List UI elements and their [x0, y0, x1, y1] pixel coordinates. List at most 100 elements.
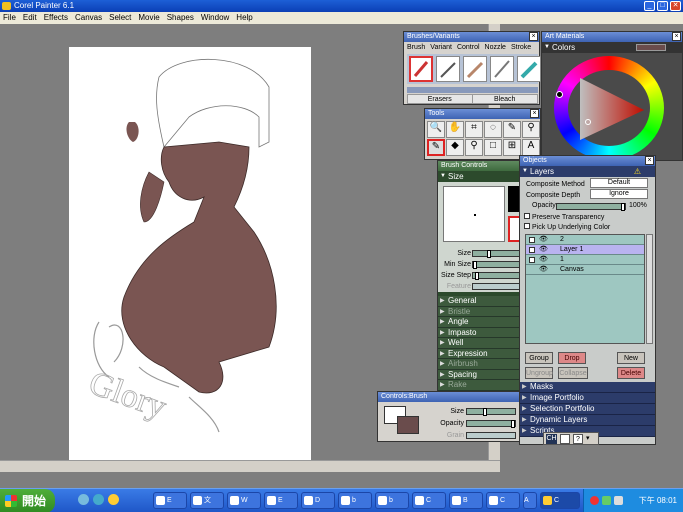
- pick-up-color-option[interactable]: Pick Up Underlying Color: [524, 223, 610, 233]
- tab-stroke[interactable]: Stroke: [511, 43, 531, 51]
- close-icon[interactable]: ×: [645, 156, 654, 165]
- eraser-brush-icon[interactable]: [409, 56, 433, 82]
- taskbar-item-active[interactable]: C: [540, 492, 580, 509]
- close-button[interactable]: ✕: [670, 1, 681, 11]
- menu-edit[interactable]: Edit: [23, 12, 37, 24]
- menu-file[interactable]: File: [3, 12, 16, 24]
- media-icon[interactable]: [108, 494, 119, 505]
- layer-adjuster-icon[interactable]: ⊞: [503, 139, 521, 156]
- delete-button[interactable]: Delete: [617, 367, 645, 379]
- start-button[interactable]: 開始: [0, 489, 55, 512]
- min-size-slider[interactable]: [472, 261, 524, 269]
- size-step-slider[interactable]: [472, 272, 524, 280]
- menu-effects[interactable]: Effects: [44, 12, 68, 24]
- eyedropper-icon[interactable]: ⚲: [465, 139, 483, 156]
- controls-grain-slider[interactable]: [466, 432, 516, 439]
- brush-active-icon[interactable]: ✎: [427, 139, 445, 156]
- section-image-portfolio[interactable]: Image Portfolio: [520, 393, 655, 404]
- marker-brush-icon[interactable]: [517, 56, 541, 82]
- menu-help[interactable]: Help: [236, 12, 252, 24]
- taskbar-item[interactable]: W: [227, 492, 261, 509]
- layer-lock-checkbox[interactable]: [529, 237, 535, 243]
- category-well[interactable]: Well: [438, 338, 526, 349]
- lasso-icon[interactable]: ◌: [484, 121, 502, 138]
- menu-window[interactable]: Window: [201, 12, 229, 24]
- help-icon[interactable]: ?: [573, 434, 583, 444]
- category-general[interactable]: General: [438, 296, 526, 307]
- pick-up-color-checkbox[interactable]: [524, 223, 530, 229]
- tab-control[interactable]: Control: [457, 43, 480, 51]
- taskbar-item[interactable]: A: [523, 492, 537, 509]
- size-section-header[interactable]: Size: [438, 171, 526, 182]
- collapse-button[interactable]: Collapse: [558, 367, 588, 379]
- taskbar-item[interactable]: 文: [190, 492, 224, 509]
- pencil-brush-icon[interactable]: [436, 56, 460, 82]
- dropper-tool-icon[interactable]: ⚲: [522, 121, 540, 138]
- options-arrow-icon[interactable]: ▾: [586, 434, 590, 443]
- paint-bucket-icon[interactable]: ◆: [446, 139, 464, 156]
- clock[interactable]: 下午 08:01: [639, 496, 677, 505]
- hue-indicator[interactable]: [556, 91, 563, 98]
- layers-section-header[interactable]: Layers ⚠: [520, 166, 655, 177]
- category-expression[interactable]: Expression: [438, 348, 526, 359]
- hue-ring[interactable]: [554, 56, 664, 160]
- volume-icon[interactable]: [614, 496, 623, 505]
- preserve-transparency-checkbox[interactable]: [524, 213, 530, 219]
- rectangle-select-icon[interactable]: □: [484, 139, 502, 156]
- feature-slider[interactable]: [472, 283, 524, 290]
- layer-lock-checkbox[interactable]: [529, 257, 535, 263]
- drawing-canvas[interactable]: Glory: [69, 47, 311, 460]
- layer-row[interactable]: 👁 1: [526, 255, 644, 265]
- tray-icon[interactable]: [590, 496, 599, 505]
- category-erasers[interactable]: Erasers: [408, 95, 473, 103]
- composite-method-select[interactable]: Default: [590, 178, 648, 188]
- tab-brush[interactable]: Brush: [407, 43, 425, 51]
- minimize-button[interactable]: _: [644, 1, 655, 11]
- brush-tool-icon[interactable]: ✎: [503, 121, 521, 138]
- layer-row-selected[interactable]: 👁 Layer 1: [526, 245, 644, 255]
- drop-button[interactable]: Drop: [558, 352, 586, 364]
- brush-strip-scroll[interactable]: [407, 87, 538, 93]
- colors-section-header[interactable]: Colors: [542, 42, 682, 53]
- category-angle[interactable]: Angle: [438, 317, 526, 328]
- maximize-button[interactable]: □: [657, 1, 668, 11]
- horizontal-scrollbar[interactable]: [0, 460, 500, 472]
- browser-icon[interactable]: [78, 494, 89, 505]
- taskbar-item[interactable]: B: [449, 492, 483, 509]
- opacity-slider[interactable]: [556, 203, 626, 211]
- saturation-value-triangle[interactable]: [574, 74, 646, 144]
- eye-icon[interactable]: 👁: [539, 265, 548, 275]
- tab-variant[interactable]: Variant: [430, 43, 452, 51]
- ie-icon[interactable]: [93, 494, 104, 505]
- input-method-icon[interactable]: CH: [546, 434, 557, 444]
- group-button[interactable]: Group: [525, 352, 553, 364]
- section-masks[interactable]: Masks: [520, 382, 655, 393]
- controls-size-slider[interactable]: [466, 408, 516, 416]
- magnifier-icon[interactable]: 🔍: [427, 121, 445, 138]
- category-bleach[interactable]: Bleach: [473, 95, 538, 103]
- composite-depth-select[interactable]: Ignore: [590, 189, 648, 199]
- preserve-transparency-option[interactable]: Preserve Transparency: [524, 213, 610, 223]
- taskbar-item[interactable]: E: [264, 492, 298, 509]
- size-slider[interactable]: [472, 250, 524, 258]
- taskbar-item[interactable]: E: [153, 492, 187, 509]
- crop-icon[interactable]: ⌗: [465, 121, 483, 138]
- taskbar-item[interactable]: D: [301, 492, 335, 509]
- category-impasto[interactable]: Impasto: [438, 327, 526, 338]
- eye-icon[interactable]: 👁: [539, 235, 548, 245]
- pen-brush-icon[interactable]: [490, 56, 514, 82]
- tab-nozzle[interactable]: Nozzle: [485, 43, 506, 51]
- controls-opacity-slider[interactable]: [466, 420, 516, 428]
- layer-row[interactable]: 👁 2: [526, 235, 644, 245]
- new-layer-button[interactable]: New: [617, 352, 645, 364]
- primary-color-swatch[interactable]: [397, 416, 419, 434]
- eye-icon[interactable]: 👁: [539, 255, 548, 265]
- layers-scrollbar[interactable]: [646, 234, 653, 344]
- layer-lock-checkbox[interactable]: [529, 247, 535, 253]
- airbrush-icon[interactable]: [463, 56, 487, 82]
- taskbar-item[interactable]: b: [338, 492, 372, 509]
- category-spacing[interactable]: Spacing: [438, 369, 526, 380]
- close-icon[interactable]: ×: [529, 32, 538, 41]
- tray-icon[interactable]: [602, 496, 611, 505]
- close-icon[interactable]: ×: [672, 32, 681, 41]
